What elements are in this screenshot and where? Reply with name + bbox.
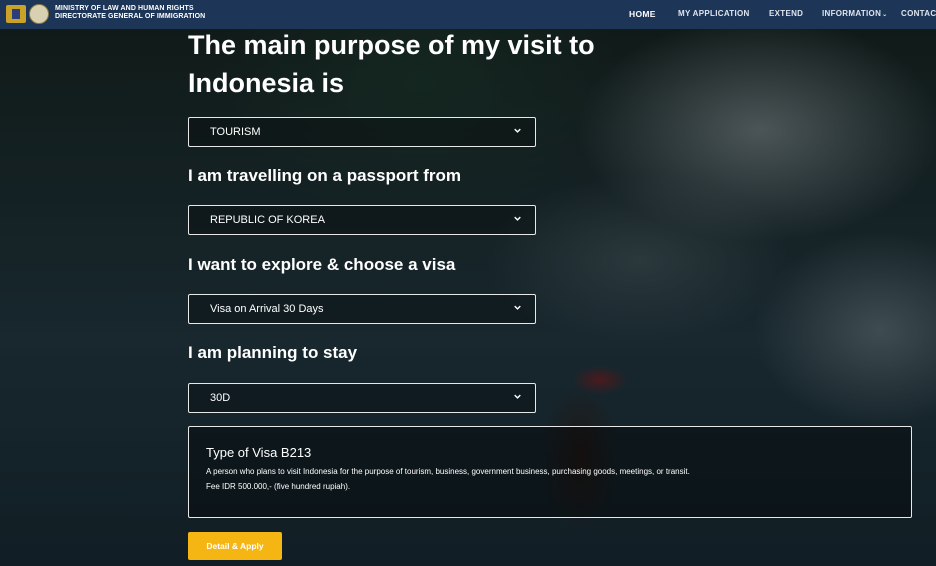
stay-select[interactable]: 30D (188, 383, 536, 413)
nav-extend[interactable]: EXTEND (769, 9, 803, 18)
visa-fee: Fee IDR 500.000,- (five hundred rupiah). (206, 482, 351, 491)
chevron-down-icon (514, 305, 521, 310)
brand-text: MINISTRY OF LAW AND HUMAN RIGHTS DIRECTO… (55, 5, 205, 21)
visa-value: Visa on Arrival 30 Days (210, 303, 324, 315)
stay-value: 30D (210, 392, 231, 404)
nav-information[interactable]: INFORMATION⌄ (822, 9, 887, 18)
brand-line-2: DIRECTORATE GENERAL OF IMMIGRATION (55, 13, 206, 20)
ministry-emblem-icon (6, 5, 26, 23)
visa-select[interactable]: Visa on Arrival 30 Days (188, 294, 536, 324)
chevron-down-icon: ⌄ (882, 12, 888, 18)
nav-contact[interactable]: CONTAC (901, 9, 936, 18)
brand-line-1: MINISTRY OF LAW AND HUMAN RIGHTS (55, 5, 194, 12)
nav-my-application[interactable]: MY APPLICATION (678, 9, 750, 18)
page-title: The main purpose of my visit to Indonesi… (188, 30, 595, 98)
nav-information-label: INFORMATION (822, 9, 882, 18)
chevron-down-icon (514, 128, 521, 133)
purpose-value: TOURISM (210, 126, 261, 138)
visa-type-title: Type of Visa B213 (206, 445, 312, 460)
immigration-emblem-icon (29, 4, 49, 24)
passport-label: I am travelling on a passport from (188, 166, 462, 185)
detail-apply-button[interactable]: Detail & Apply (188, 532, 282, 560)
navbar: MINISTRY OF LAW AND HUMAN RIGHTS DIRECTO… (0, 0, 936, 29)
logo[interactable] (6, 4, 49, 24)
passport-select[interactable]: REPUBLIC OF KOREA (188, 205, 536, 235)
visa-description: A person who plans to visit Indonesia fo… (206, 467, 690, 476)
nav-home[interactable]: HOME (629, 9, 656, 19)
chevron-down-icon (514, 394, 521, 399)
purpose-select[interactable]: TOURISM (188, 117, 536, 147)
visa-label: I want to explore & choose a visa (188, 255, 456, 274)
passport-value: REPUBLIC OF KOREA (210, 214, 325, 226)
stay-label: I am planning to stay (188, 343, 358, 362)
visa-info-box: Type of Visa B213 A person who plans to … (188, 426, 912, 518)
chevron-down-icon (514, 216, 521, 221)
